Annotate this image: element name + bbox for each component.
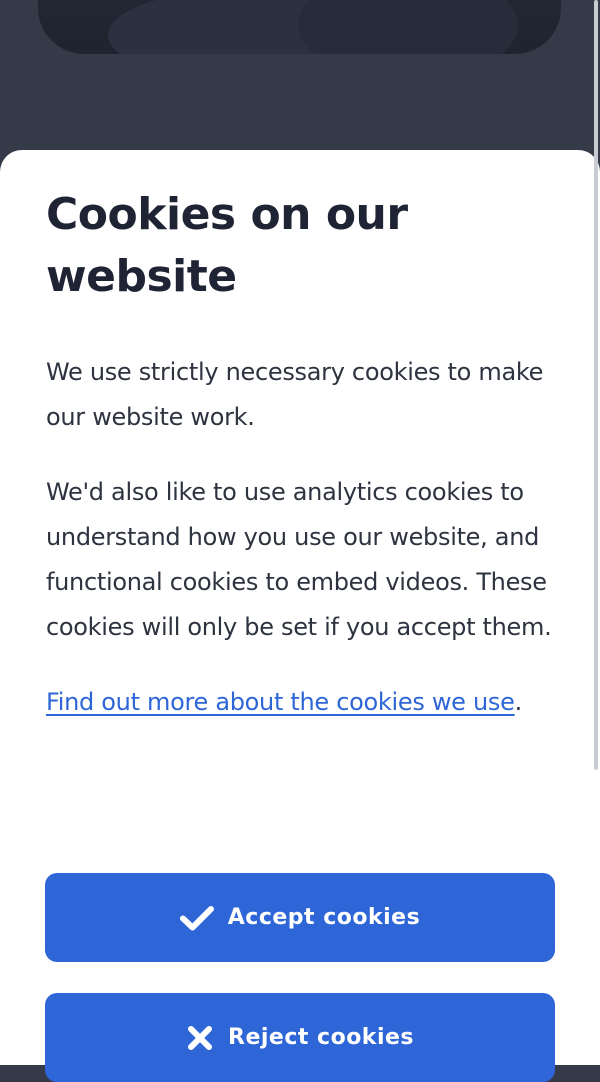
- accept-cookies-button[interactable]: Accept cookies: [45, 873, 555, 962]
- cookie-consent-dialog: Cookies on our website We use strictly n…: [0, 150, 600, 1082]
- hero-image-shape: [298, 0, 518, 54]
- necessary-cookies-text: We use strictly necessary cookies to mak…: [46, 358, 544, 431]
- scrollbar-thumb[interactable]: [594, 0, 598, 770]
- cookie-policy-paragraph: Find out more about the cookies we use.: [46, 680, 556, 725]
- checkmark-icon: [179, 905, 214, 931]
- optional-cookies-text: We'd also like to use analytics cookies …: [46, 478, 552, 641]
- close-icon: [186, 1024, 214, 1052]
- scrollbar-track[interactable]: [594, 0, 598, 1065]
- cookie-consent-content: Cookies on our website We use strictly n…: [46, 184, 556, 749]
- cookie-policy-period: .: [514, 688, 523, 716]
- reject-cookies-label: Reject cookies: [228, 1025, 414, 1050]
- accept-cookies-label: Accept cookies: [227, 905, 421, 930]
- cookie-policy-link[interactable]: Find out more about the cookies we use: [46, 688, 515, 716]
- dialog-title: Cookies on our website: [46, 189, 408, 302]
- hero-image: [38, 0, 561, 54]
- reject-cookies-button[interactable]: Reject cookies: [45, 993, 555, 1082]
